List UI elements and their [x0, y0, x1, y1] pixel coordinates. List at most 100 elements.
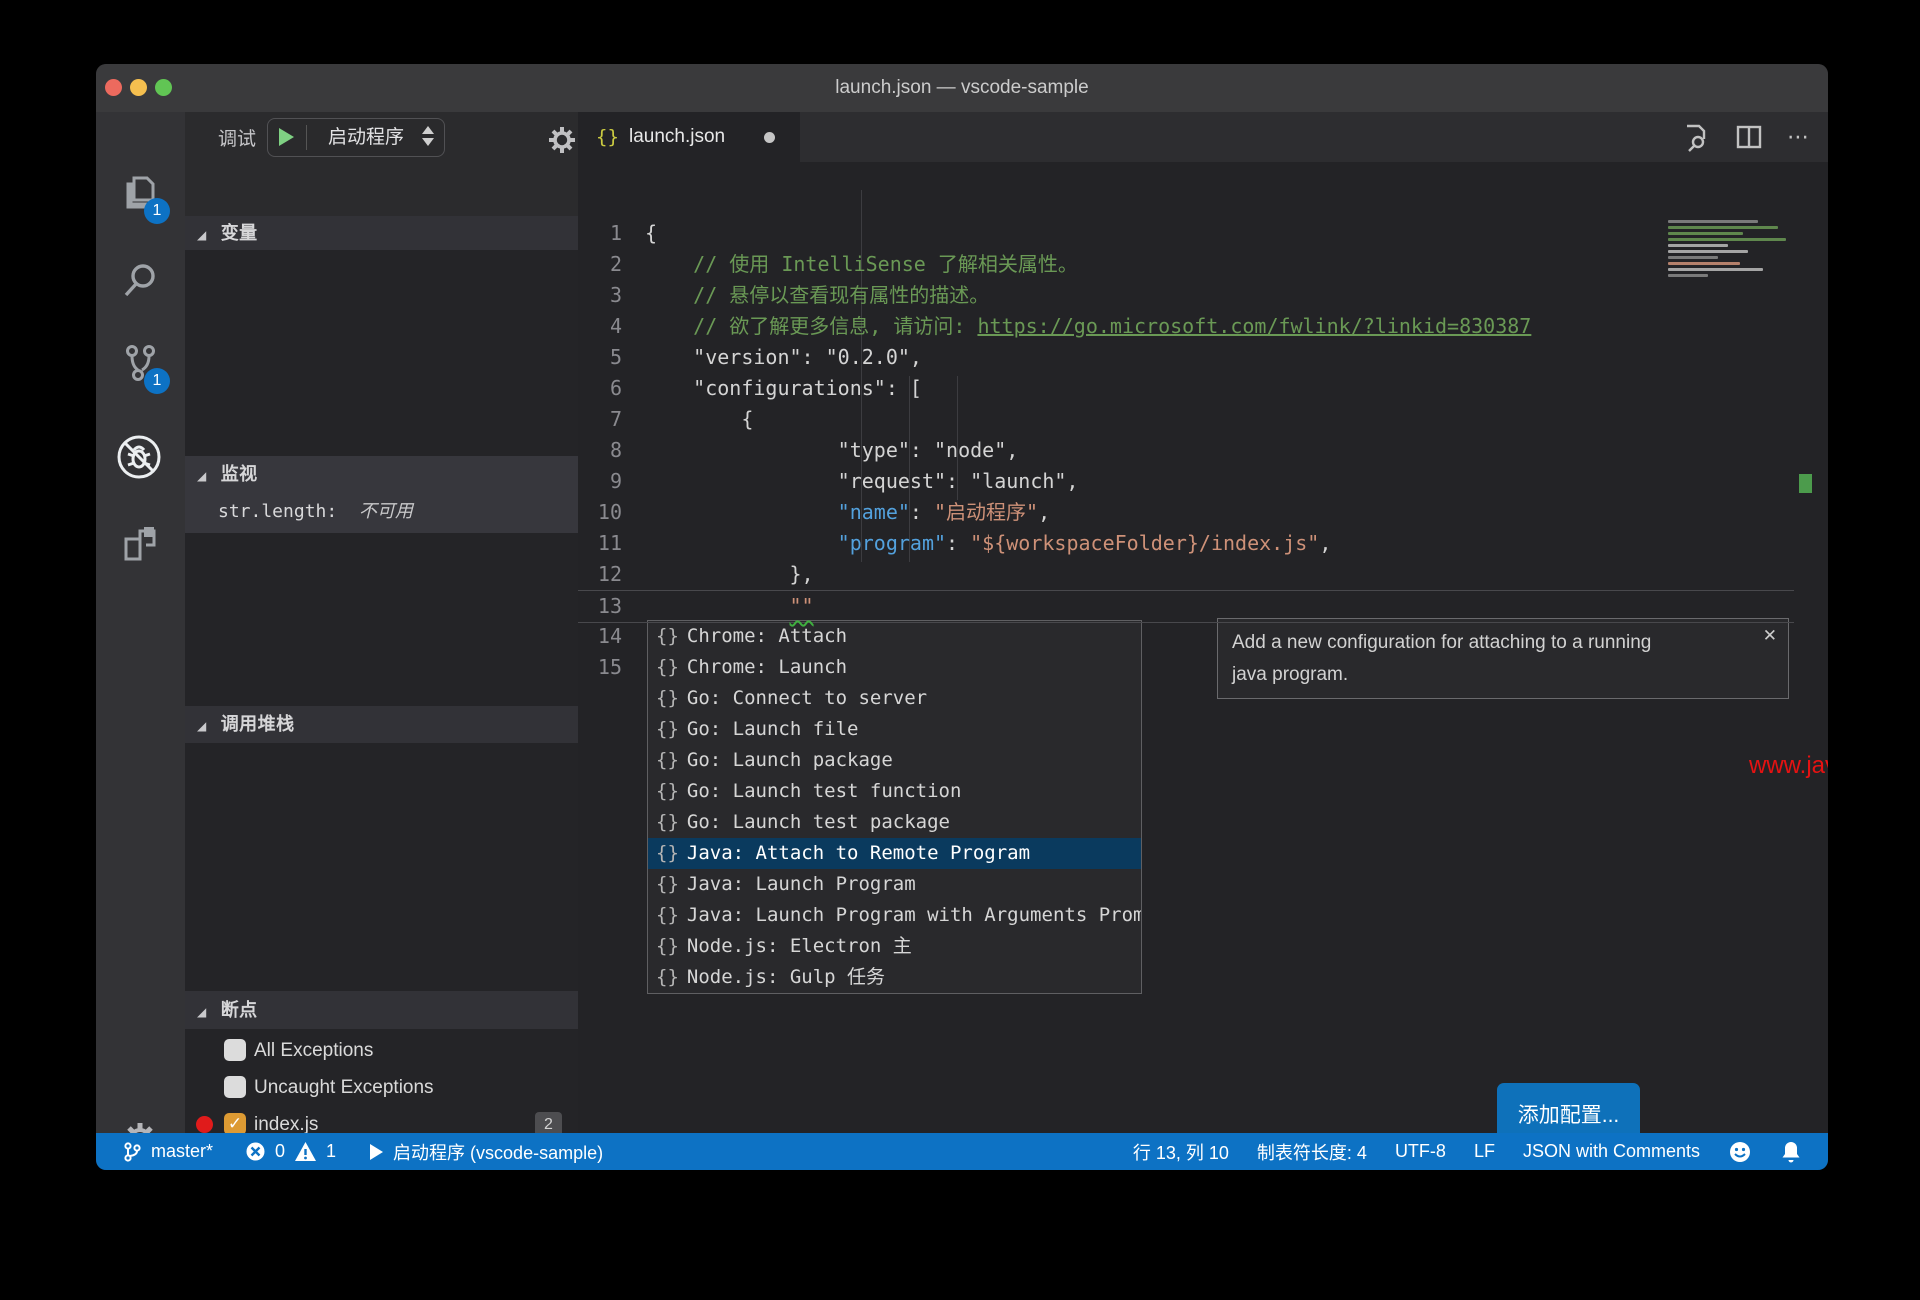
debug-sidebar: 调试 启动程序 > ◢ 变量 ◢ 监视 str.length: [185, 112, 645, 1170]
line-number: 2 [609, 252, 622, 276]
debug-toolbar-label: 调试 [218, 129, 257, 150]
code-line[interactable]: 3 // 悬停以查看现有属性的描述。 [578, 280, 1794, 311]
tab-size[interactable]: 制表符长度: 4 [1257, 1139, 1367, 1165]
suggest-item-label: Go: Launch test function [686, 780, 962, 802]
snippet-braces-icon: {} [656, 935, 679, 957]
code-line[interactable]: 8 "type": "node", [578, 435, 1794, 466]
line-number: 15 [597, 655, 622, 679]
suggest-item[interactable]: {} Go: Launch test function [648, 776, 1141, 807]
code-line[interactable]: 5 "version": "0.2.0", [578, 342, 1794, 373]
collapse-triangle-icon: ◢ [197, 1005, 207, 1019]
breakpoint-checkbox[interactable] [224, 1076, 246, 1098]
warnings-icon[interactable] [294, 1141, 317, 1162]
activity-bar: 1 1 [96, 112, 185, 1155]
code-text: "type": "node", [645, 438, 1019, 462]
code-line[interactable]: 10 "name": "启动程序", [578, 497, 1794, 528]
breakpoint-row[interactable]: Uncaught Exceptions [185, 1069, 578, 1106]
desktop: { "window": { "title": "launch.json — vs… [0, 0, 1920, 1300]
run-status-icon[interactable] [368, 1143, 384, 1161]
code-line[interactable]: 13 "" [578, 590, 1794, 623]
line-number: 14 [597, 624, 622, 648]
code-line[interactable]: 6 "configurations": [ [578, 373, 1794, 404]
search-icon[interactable] [118, 258, 162, 302]
line-number: 4 [609, 314, 622, 338]
code-line[interactable]: 2 // 使用 IntelliSense 了解相关属性。 [578, 249, 1794, 280]
line-number: 9 [609, 469, 622, 493]
breakpoint-checkbox[interactable] [224, 1039, 246, 1061]
run-status-label[interactable]: 启动程序 (vscode-sample) [393, 1139, 603, 1165]
code-line[interactable]: 15 [578, 652, 1794, 683]
collapse-triangle-icon: ◢ [197, 719, 207, 733]
code-line[interactable]: 14 [578, 621, 1794, 652]
watch-section-header[interactable]: ◢ 监视 [185, 456, 578, 492]
suggest-item[interactable]: {} Go: Launch package [648, 745, 1141, 776]
snippet-braces-icon: {} [656, 904, 679, 926]
json-file-icon: {} [596, 126, 619, 148]
watch-expression-row[interactable]: str.length: 不可用 [185, 492, 578, 532]
tab-launch-json[interactable]: {} launch.json [578, 112, 800, 162]
call-stack-body [185, 743, 578, 991]
language-mode[interactable]: JSON with Comments [1523, 1141, 1700, 1162]
suggest-item[interactable]: {} Go: Launch test package [648, 807, 1141, 838]
errors-icon[interactable] [245, 1141, 266, 1162]
code-line[interactable]: 1{ [578, 218, 1794, 249]
tab-label: launch.json [629, 126, 726, 147]
code-text: // 欲了解更多信息, 请访问: https://go.microsoft.co… [645, 314, 1532, 338]
line-number: 6 [609, 376, 622, 400]
overview-ruler-marker [1799, 474, 1812, 493]
code-area[interactable]: {} Chrome: Attach{} Chrome: Launch{} Go: Co… [578, 162, 1828, 1148]
editor-group: {} launch.json ⋯ {} Chrome: Attach {} Ch… [578, 112, 1828, 1148]
variables-body [185, 250, 578, 456]
suggest-item[interactable]: {} Go: Connect to server [648, 683, 1141, 714]
code-text: "configurations": [ [645, 376, 922, 400]
extensions-icon[interactable] [118, 523, 162, 567]
line-number: 1 [609, 221, 622, 245]
suggest-item[interactable]: {} Java: Attach to Remote Program [648, 838, 1141, 869]
suggest-item[interactable]: {} Node.js: Electron 主 [648, 931, 1141, 962]
notifications-bell-icon[interactable] [1780, 1140, 1802, 1164]
breakpoint-checkbox[interactable]: ✓ [224, 1113, 246, 1135]
breakpoints-section-header[interactable]: ◢ 断点 [185, 991, 578, 1029]
line-number: 13 [597, 594, 622, 618]
snippet-braces-icon: {} [656, 966, 679, 988]
git-branch-label[interactable]: master* [151, 1141, 213, 1162]
code-text: "name": "启动程序", [837, 500, 1051, 524]
debug-config-select[interactable]: 启动程序 [267, 118, 445, 157]
suggest-item[interactable]: {} Java: Launch Program with Arguments Pr… [648, 900, 1141, 931]
breakpoints-header-label: 断点 [220, 1000, 258, 1020]
code-line[interactable]: 11 "program": "${workspaceFolder}/index.… [578, 528, 1794, 559]
suggest-item-label: Go: Launch file [686, 718, 859, 740]
code-line[interactable]: 4 // 欲了解更多信息, 请访问: https://go.microsoft.… [578, 311, 1794, 342]
errors-count[interactable]: 0 [275, 1141, 285, 1162]
modified-dot-icon[interactable] [764, 132, 775, 143]
open-preview-icon[interactable] [1681, 122, 1711, 152]
suggest-item[interactable]: {} Node.js: Gulp 任务 [648, 962, 1141, 993]
code-line[interactable]: 7 { [578, 404, 1794, 435]
breakpoint-label: Uncaught Exceptions [254, 1077, 434, 1098]
call-stack-section-header[interactable]: ◢ 调用堆栈 [185, 706, 578, 743]
breakpoint-row[interactable]: All Exceptions [185, 1032, 578, 1069]
cursor-position[interactable]: 行 13, 列 10 [1133, 1139, 1229, 1165]
suggest-item[interactable]: {} Java: Launch Program [648, 869, 1141, 900]
snippet-braces-icon: {} [656, 873, 679, 895]
suggest-item-label: Go: Launch package [686, 749, 893, 771]
split-editor-icon[interactable] [1735, 123, 1763, 151]
warnings-count[interactable]: 1 [326, 1141, 336, 1162]
code-line[interactable]: 12 }, [578, 559, 1794, 590]
debug-icon[interactable] [114, 432, 161, 479]
start-debug-icon[interactable] [279, 128, 294, 146]
encoding[interactable]: UTF-8 [1395, 1141, 1446, 1162]
line-number: 11 [597, 531, 622, 555]
line-number: 7 [609, 407, 622, 431]
configure-gear-icon[interactable] [546, 124, 578, 156]
code-text: "version": "0.2.0", [645, 345, 922, 369]
feedback-smiley-icon[interactable] [1728, 1140, 1752, 1164]
git-branch-icon[interactable] [122, 1141, 142, 1163]
divider [306, 125, 307, 150]
suggest-item[interactable]: {} Go: Launch file [648, 714, 1141, 745]
variables-section-header[interactable]: ◢ 变量 [185, 216, 578, 250]
eol[interactable]: LF [1474, 1141, 1495, 1162]
suggest-item-label: Java: Launch Program with Arguments Prom… [686, 904, 1141, 926]
more-actions-icon[interactable]: ⋯ [1787, 124, 1810, 150]
code-line[interactable]: 9 "request": "launch", [578, 466, 1794, 497]
